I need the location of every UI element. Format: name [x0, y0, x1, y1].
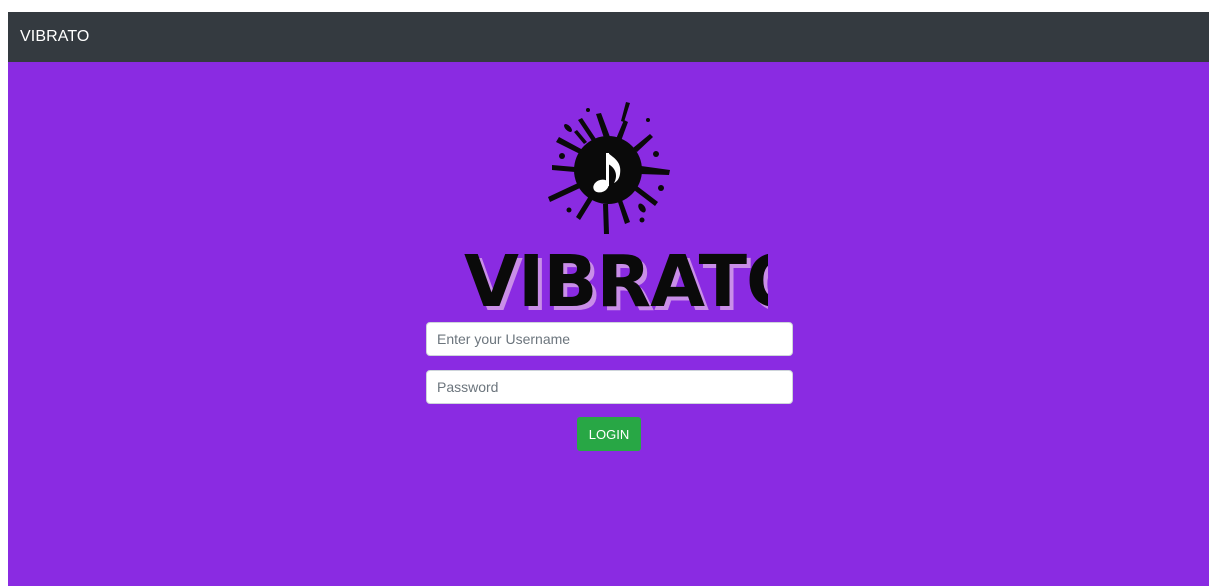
login-button[interactable]: LOGIN — [577, 417, 641, 451]
password-input[interactable] — [426, 370, 793, 404]
wordmark-text: VIBRATO — [464, 240, 768, 318]
page-frame: VIBRATO VIBRAT VIBRAT Enter your Usernam… — [8, 12, 1209, 586]
navbar: VIBRATO — [8, 12, 1209, 62]
username-input[interactable] — [426, 322, 793, 356]
navbar-brand-link[interactable]: VIBRATO — [20, 28, 89, 46]
vibrato-wordmark-logo: VIBRATO VIBRATO — [464, 240, 768, 318]
music-note-splash-icon — [548, 102, 670, 234]
